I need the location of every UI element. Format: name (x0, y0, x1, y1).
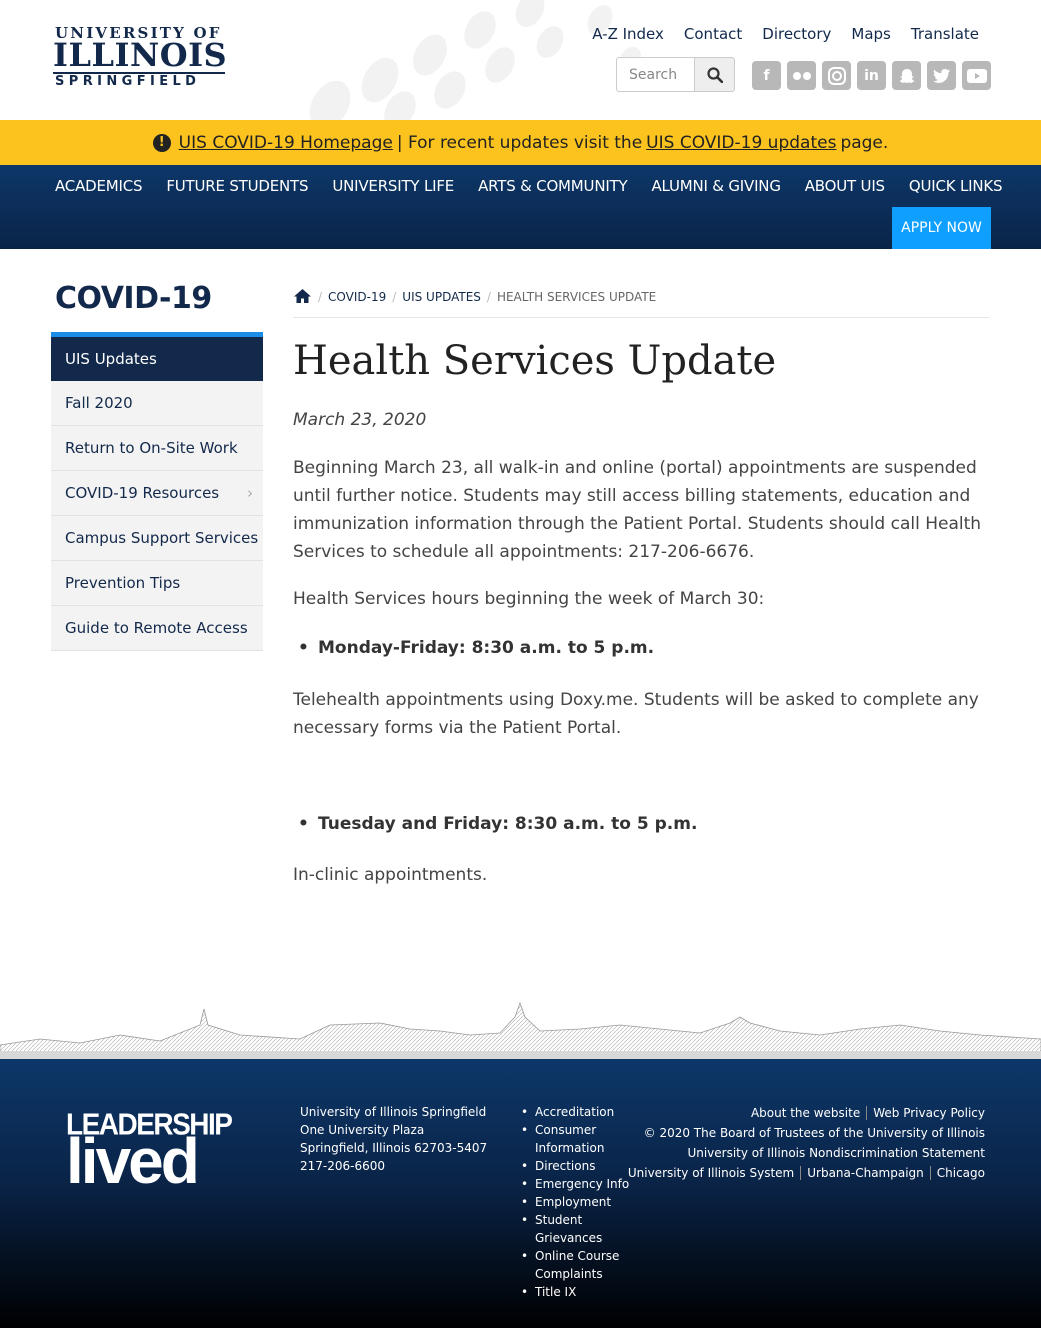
breadcrumb-separator: / (318, 290, 323, 304)
covid-homepage-link[interactable]: UIS COVID-19 Homepage (179, 133, 393, 153)
article-paragraph-4: In-clinic appointments. (293, 865, 488, 885)
article-paragraph-2: Health Services hours beginning the week… (293, 589, 765, 609)
snapchat-icon[interactable] (892, 61, 921, 90)
hours-bullet-1: Monday-Friday: 8:30 a.m. to 5 p.m. (298, 638, 654, 658)
nav-quick-links[interactable]: QUICK LINKS (909, 177, 1003, 195)
covid-alert-banner: ! UIS COVID-19 Homepage | For recent upd… (0, 120, 1041, 165)
breadcrumb-separator: / (392, 290, 397, 304)
sidebar-item-label: COVID-19 Resources (65, 484, 220, 502)
util-link-az-index[interactable]: A-Z Index (592, 25, 664, 43)
chevron-right-icon[interactable]: › (247, 484, 253, 502)
breadcrumb: / COVID-19 / UIS UPDATES / HEALTH SERVIC… (293, 288, 989, 318)
main-nav: ACADEMICS FUTURE STUDENTS UNIVERSITY LIF… (0, 165, 1041, 249)
nav-arts-community[interactable]: ARTS & COMMUNITY (478, 177, 628, 195)
alert-end-text: page. (840, 132, 889, 153)
footer-link-online-complaints[interactable]: Online Course Complaints (521, 1247, 650, 1283)
facebook-icon[interactable]: f (752, 61, 781, 90)
util-link-directory[interactable]: Directory (762, 25, 831, 43)
linkedin-icon[interactable]: in (857, 61, 886, 90)
address-line: One University Plaza (300, 1123, 425, 1137)
address-line: University of Illinois Springfield (300, 1105, 487, 1119)
twitter-icon[interactable] (927, 61, 956, 90)
flickr-icon[interactable] (787, 61, 816, 90)
leadership-lived-logo[interactable]: LEADERSHIP lived (66, 1107, 233, 1193)
footer-link-chicago[interactable]: Chicago (931, 1166, 985, 1180)
footer-address: University of Illinois Springfield One U… (300, 1103, 487, 1175)
footer-link-employment[interactable]: Employment (521, 1193, 650, 1211)
address-line: Springfield, Illinois 62703-5407 (300, 1141, 488, 1155)
apply-now-button[interactable]: APPLY NOW (892, 207, 991, 249)
site-footer: LEADERSHIP lived University of Illinois … (0, 1059, 1041, 1328)
sidebar-item-remote-access[interactable]: Guide to Remote Access (51, 606, 263, 651)
sidebar-item-return-on-site[interactable]: Return to On-Site Work (51, 426, 263, 471)
nav-university-life[interactable]: UNIVERSITY LIFE (332, 177, 454, 195)
utility-nav: A-Z Index Contact Directory Maps Transla… (592, 25, 979, 43)
covid-updates-link[interactable]: UIS COVID-19 updates (646, 133, 836, 153)
breadcrumb-covid19[interactable]: COVID-19 (328, 290, 386, 304)
alert-middle-text: | For recent updates visit the (396, 132, 643, 153)
footer-legal: About the website Web Privacy Policy © 20… (621, 1103, 985, 1183)
exclamation-icon: ! (152, 133, 171, 152)
util-link-contact[interactable]: Contact (684, 25, 742, 43)
instagram-icon[interactable] (822, 61, 851, 90)
nav-about-uis[interactable]: ABOUT UIS (805, 177, 885, 195)
footer-legal-row: About the website Web Privacy Policy (622, 1103, 985, 1123)
nav-academics[interactable]: ACADEMICS (55, 177, 143, 195)
sidebar-title: COVID-19 (55, 281, 212, 316)
nav-future-students[interactable]: FUTURE STUDENTS (166, 177, 308, 195)
footer-phone[interactable]: 217-206-6600 (300, 1157, 487, 1175)
footer-link-title-ix[interactable]: Title IX (521, 1283, 650, 1301)
sidebar-item-fall-2020[interactable]: Fall 2020 (51, 381, 263, 426)
article-paragraph-3: Telehealth appointments using Doxy.me. S… (293, 690, 979, 738)
sidebar-nav: UIS Updates Fall 2020 Return to On-Site … (51, 332, 263, 651)
site-header: UNIVERSITY OF ILLINOIS SPRINGFIELD A-Z I… (0, 0, 1041, 120)
page-title: Health Services Update (293, 338, 777, 384)
breadcrumb-separator: / (486, 290, 491, 304)
util-link-translate[interactable]: Translate (911, 25, 979, 43)
sidebar-item-covid-resources[interactable]: COVID-19 Resources › (51, 471, 263, 516)
footer-link-about-website[interactable]: About the website (744, 1106, 868, 1120)
footer-link-nondiscrimination[interactable]: University of Illinois Nondiscrimination… (622, 1143, 985, 1163)
footer-link-student-grievances[interactable]: Student Grievances (521, 1211, 650, 1247)
search-input[interactable] (616, 57, 694, 92)
article-date: March 23, 2020 (293, 410, 427, 430)
util-link-maps[interactable]: Maps (851, 25, 890, 43)
search-icon (706, 66, 723, 83)
university-logo[interactable]: UNIVERSITY OF ILLINOIS SPRINGFIELD (53, 24, 233, 92)
search-form (616, 57, 735, 92)
article-paragraph-1: Beginning March 23, all walk-in and onli… (293, 458, 982, 562)
footer-copyright: © 2020 The Board of Trustees of the Univ… (643, 1126, 985, 1140)
youtube-icon[interactable] (962, 61, 991, 90)
social-links: f in (752, 61, 991, 90)
hours-bullet-2: Tuesday and Friday: 8:30 a.m. to 5 p.m. (298, 814, 697, 834)
footer-link-urbana-champaign[interactable]: Urbana-Champaign (801, 1166, 931, 1180)
logo-line-3: SPRINGFIELD (55, 74, 201, 89)
sidebar-item-prevention-tips[interactable]: Prevention Tips (51, 561, 263, 606)
sidebar-item-campus-support[interactable]: Campus Support Services (51, 516, 263, 561)
search-button[interactable] (694, 57, 735, 92)
nav-alumni-giving[interactable]: ALUMNI & GIVING (652, 177, 781, 195)
footer-link-privacy-policy[interactable]: Web Privacy Policy (867, 1106, 985, 1120)
sidebar-item-uis-updates[interactable]: UIS Updates (51, 337, 263, 381)
home-icon[interactable] (293, 288, 312, 304)
footer-link-ui-system[interactable]: University of Illinois System (621, 1166, 802, 1180)
logo-line-2: ILLINOIS (53, 36, 228, 74)
logo-lived-text: lived (66, 1125, 200, 1197)
campus-skyline-illustration (0, 1001, 1041, 1059)
breadcrumb-current: HEALTH SERVICES UPDATE (496, 290, 657, 304)
footer-system-row: University of Illinois System Urbana-Cham… (621, 1163, 985, 1183)
breadcrumb-uis-updates[interactable]: UIS UPDATES (402, 290, 481, 304)
